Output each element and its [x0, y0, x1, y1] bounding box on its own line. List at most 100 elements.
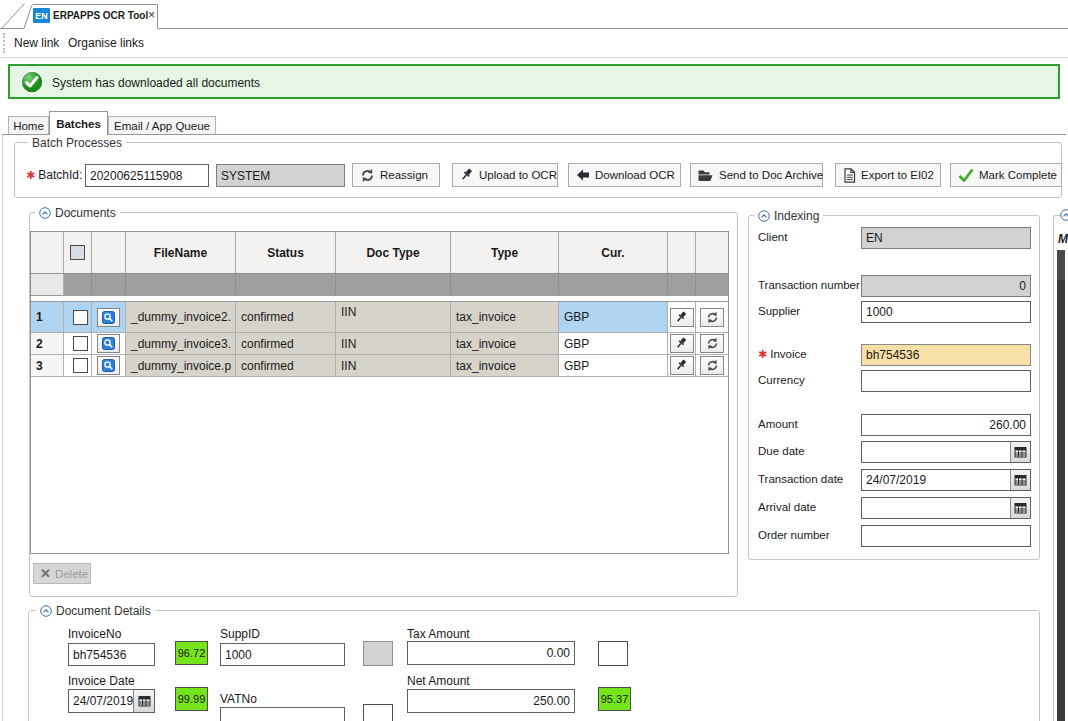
delete-button[interactable]: ✕ Delete — [33, 563, 91, 584]
view-document-button[interactable] — [97, 308, 120, 327]
refresh-row-button[interactable] — [700, 356, 724, 375]
collapse-icon[interactable] — [40, 605, 52, 617]
send-to-doc-archive-button[interactable]: Send to Doc Archive — [690, 163, 823, 187]
cell-cur[interactable]: GBP — [559, 302, 668, 332]
organise-links-button[interactable]: Organise links — [68, 36, 144, 50]
table-row[interactable]: 1 _dummy_invoice2. confirmed IIN tax_inv… — [31, 302, 728, 333]
cell-status[interactable]: confirmed — [236, 302, 336, 332]
supplier-input[interactable]: 1000 — [861, 301, 1031, 323]
row-number[interactable]: 1 — [31, 302, 64, 332]
due-date-input[interactable] — [861, 441, 1031, 463]
order-number-label: Order number — [758, 529, 830, 541]
vatno-input[interactable] — [220, 707, 345, 721]
cell-doctype[interactable]: IIN — [336, 333, 451, 354]
document-viewer-panel — [1057, 250, 1065, 721]
arrival-date-input[interactable] — [861, 497, 1031, 519]
check-icon — [958, 168, 974, 182]
invoice-date-input[interactable]: 24/07/2019 — [68, 689, 155, 713]
mark-complete-button[interactable]: Mark Complete — [950, 163, 1062, 187]
net-amount-input[interactable]: 250.00 — [407, 689, 575, 713]
banner-message: System has downloaded all documents — [52, 76, 260, 90]
cell-doctype[interactable]: IIN — [336, 355, 451, 376]
currency-input[interactable] — [861, 370, 1031, 392]
tax-amount-input[interactable]: 0.00 — [407, 641, 575, 665]
toolbar-separator — [0, 57, 1068, 58]
invoice-date-label: Invoice Date — [68, 674, 135, 688]
complete-label: Mark Complete — [979, 169, 1057, 181]
reassign-button[interactable]: Reassign — [352, 163, 440, 187]
view-document-button[interactable] — [97, 356, 120, 375]
calendar-button[interactable] — [1010, 498, 1030, 518]
col-header-type[interactable]: Type — [451, 232, 559, 273]
confidence-badge — [598, 641, 628, 666]
cell-type[interactable]: tax_invoice — [451, 302, 559, 332]
suppid-input[interactable]: 1000 — [220, 643, 345, 666]
tax-amount-label: Tax Amount — [407, 627, 470, 641]
tab-close-icon[interactable]: × — [148, 8, 155, 22]
tab-page-border-left — [2, 135, 3, 721]
refresh-row-button[interactable] — [700, 334, 724, 353]
order-number-input[interactable] — [861, 525, 1031, 547]
table-filter-row — [31, 274, 728, 296]
cell-status[interactable]: confirmed — [236, 355, 336, 376]
pin-row-button[interactable] — [670, 334, 694, 353]
collapse-icon[interactable] — [758, 210, 770, 222]
calendar-button[interactable] — [133, 690, 154, 712]
cell-cur[interactable]: GBP — [559, 333, 668, 354]
download-label: Download OCR — [595, 169, 675, 181]
net-amount-label: Net Amount — [407, 674, 470, 688]
cell-type[interactable]: tax_invoice — [451, 333, 559, 354]
pin-row-button[interactable] — [670, 308, 694, 327]
download-ocr-button[interactable]: Download OCR — [568, 163, 681, 187]
new-link-button[interactable]: New link — [14, 36, 59, 50]
cell-cur[interactable]: GBP — [559, 355, 668, 376]
view-document-button[interactable] — [97, 334, 120, 353]
table-row[interactable]: 3 _dummy_invoice.p confirmed IIN tax_inv… — [31, 355, 728, 377]
success-banner: System has downloaded all documents — [8, 64, 1060, 99]
calendar-button[interactable] — [1010, 470, 1030, 490]
export-to-ei02-button[interactable]: Export to EI02 — [835, 163, 941, 187]
row-number[interactable]: 3 — [31, 355, 64, 376]
tab-home[interactable]: Home — [8, 116, 49, 135]
table-row[interactable]: 2 _dummy_invoice3. confirmed IIN tax_inv… — [31, 333, 728, 355]
cell-type[interactable]: tax_invoice — [451, 355, 559, 376]
cell-status[interactable]: confirmed — [236, 333, 336, 354]
invoice-input[interactable]: bh754536 — [861, 344, 1031, 366]
tab-batches[interactable]: Batches — [49, 111, 108, 135]
tab-email-queue[interactable]: Email / App Queue — [108, 116, 216, 135]
row-number[interactable]: 2 — [31, 333, 64, 354]
invoiceno-label: InvoiceNo — [68, 627, 121, 641]
refresh-icon — [706, 359, 719, 372]
documents-legend: Documents — [35, 206, 120, 220]
col-header-cur[interactable]: Cur. — [559, 232, 668, 273]
refresh-row-button[interactable] — [700, 308, 724, 327]
supplier-label: Supplier — [758, 305, 800, 317]
transaction-date-input[interactable]: 24/07/2019 — [861, 469, 1031, 491]
collapse-icon[interactable] — [39, 207, 51, 219]
cell-filename[interactable]: _dummy_invoice.p — [126, 355, 236, 376]
col-header-status[interactable]: Status — [236, 232, 336, 273]
upload-label: Upload to OCR — [479, 169, 557, 181]
refresh-icon — [706, 311, 719, 324]
cell-filename[interactable]: _dummy_invoice3. — [126, 333, 236, 354]
vatno-label: VATNo — [220, 692, 257, 706]
batchid-label: ✱BatchId: — [26, 168, 82, 182]
invoiceno-input[interactable]: bh754536 — [68, 643, 155, 666]
pin-row-button[interactable] — [670, 356, 694, 375]
amount-input[interactable]: 260.00 — [861, 414, 1031, 436]
document-tab[interactable]: EN ERPAPPS OCR Tool × — [30, 6, 157, 27]
refresh-icon — [706, 337, 719, 350]
client-label: Client — [758, 231, 787, 243]
col-header-filename[interactable]: FileName — [126, 232, 236, 273]
upload-to-ocr-button[interactable]: Upload to OCR — [452, 163, 558, 187]
tab-header-decoration — [0, 0, 1068, 30]
document-tab-title: ERPAPPS OCR Tool — [53, 10, 148, 21]
cell-doctype[interactable]: IIN — [336, 302, 451, 332]
collapse-icon[interactable] — [1060, 209, 1068, 221]
cell-filename[interactable]: _dummy_invoice2. — [126, 302, 236, 332]
col-header-doctype[interactable]: Doc Type — [336, 232, 451, 273]
calendar-button[interactable] — [1010, 442, 1030, 462]
calendar-icon — [138, 695, 151, 707]
toolbar-grip[interactable] — [3, 33, 5, 53]
batchid-input[interactable]: 20200625115908 — [85, 164, 209, 187]
